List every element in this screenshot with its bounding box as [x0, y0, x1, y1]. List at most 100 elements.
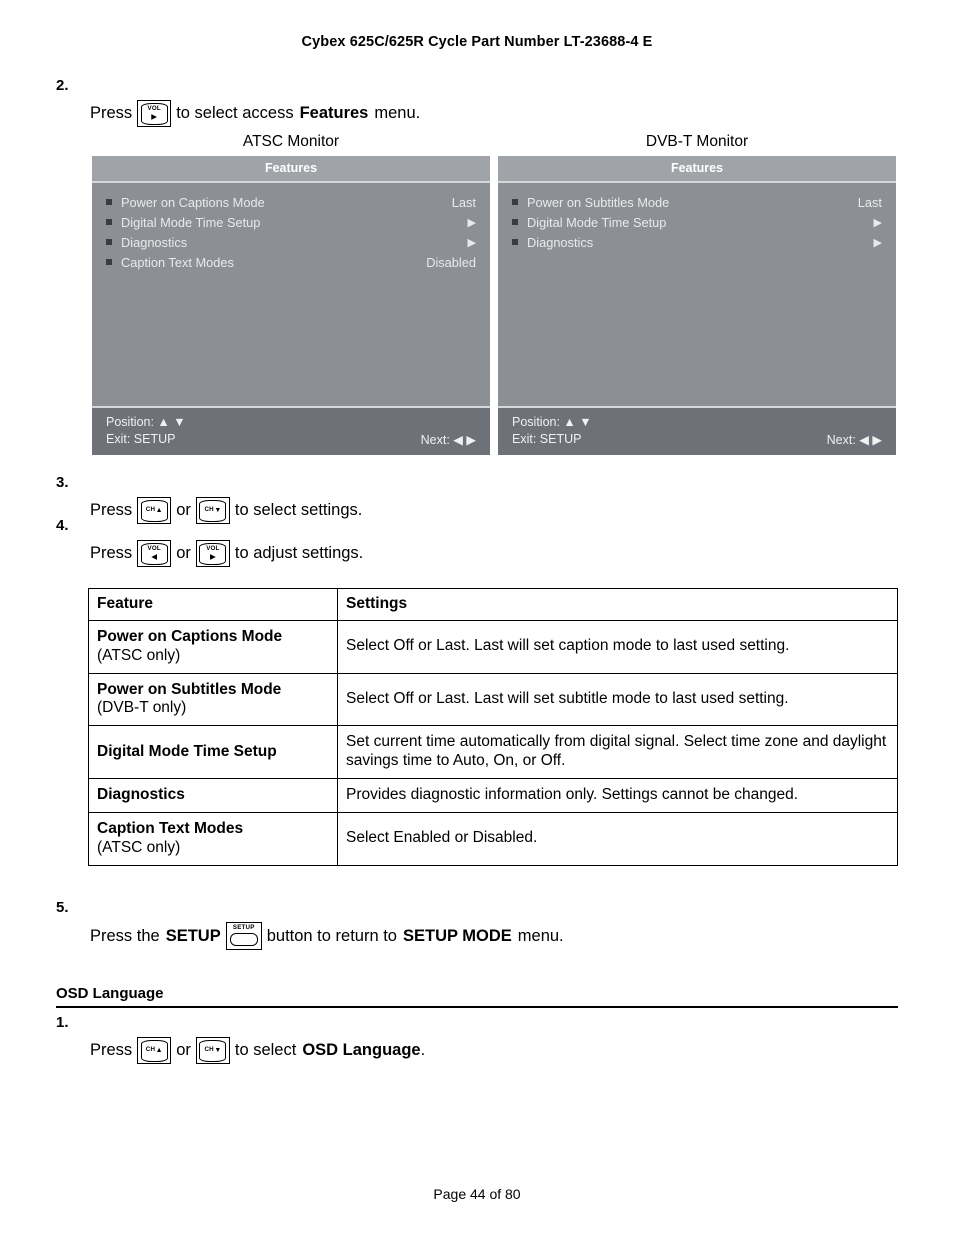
channel-down-key-icon[interactable]: CH ▼	[195, 1037, 230, 1064]
key-label: CH	[145, 506, 156, 514]
step-5-body: Press the SETUP SETUP button to return t…	[90, 922, 906, 950]
key-arrow-icon: ▲	[155, 507, 163, 514]
monitor-title-dvbt: DVB-T Monitor	[645, 133, 749, 150]
step-5-bold-term-1: SETUP	[165, 926, 221, 945]
osd-row-label: Digital Mode Time Setup	[121, 214, 261, 230]
feature-name: Power on Subtitles Mode	[97, 680, 282, 698]
osd-body-atsc: Power on Captions Mode Last Digital Mode…	[92, 183, 490, 406]
osd-step-1-text-before: Press	[90, 1041, 133, 1060]
table-cell-settings: Set current time automatically from digi…	[337, 725, 898, 779]
channel-up-key-icon[interactable]: CH ▲	[137, 1037, 172, 1064]
step-2-text-after-1: to select access	[176, 104, 294, 123]
table-cell-feature: Diagnostics	[88, 777, 338, 814]
osd-next-hint: Next: ◀ ▶	[420, 432, 476, 447]
key-label: CH	[204, 1046, 214, 1054]
osd-footer-atsc: Position: ▲ ▼ Exit: SETUP Next: ◀ ▶	[92, 406, 490, 455]
step-3-number: 3.	[56, 474, 69, 491]
key-label: CH	[145, 1046, 156, 1054]
vol-right-key-icon[interactable]: VOL ▶	[137, 100, 172, 127]
table-cell-feature: Caption Text Modes (ATSC only)	[88, 812, 338, 866]
osd-language-step-1: 1. Press CH ▲ or CH ▼ to select OSD Lang…	[56, 1015, 906, 1064]
osd-row[interactable]: Caption Text Modes Disabled	[106, 252, 476, 272]
key-arrow-icon: ▼	[214, 507, 222, 514]
key-pad	[229, 933, 258, 946]
osd-step-1-conjunction: or	[176, 1041, 191, 1060]
table-cell-feature: Digital Mode Time Setup	[88, 725, 338, 779]
submenu-arrow-icon: ▶	[873, 236, 882, 249]
document-header: Cybex 625C/625R Cycle Part Number LT-236…	[301, 34, 653, 50]
vol-left-key-icon[interactable]: VOL ◀	[137, 540, 172, 567]
submenu-arrow-icon: ▶	[467, 216, 476, 229]
section-heading-osd-language: OSD Language	[56, 985, 898, 1008]
osd-step-1-body: Press CH ▲ or CH ▼ to select OSD Languag…	[90, 1037, 906, 1064]
step-5-bold-term-2: SETUP MODE	[402, 926, 512, 945]
bullet-icon	[106, 259, 112, 265]
osd-row-label: Diagnostics	[121, 234, 188, 250]
osd-panel-dvbt: Features Power on Subtitles Mode Last Di…	[498, 156, 896, 455]
osd-step-1-number: 1.	[56, 1014, 69, 1031]
step-4-number: 4.	[56, 517, 69, 534]
step-2-number: 2.	[56, 77, 69, 94]
table-cell-settings: Select Off or Last. Last will set subtit…	[337, 672, 898, 727]
osd-row[interactable]: Digital Mode Time Setup ▶	[106, 212, 476, 232]
table-row: Power on Captions Mode (ATSC only) Selec…	[88, 620, 898, 674]
feature-name: Caption Text Modes	[97, 820, 244, 838]
step-2-body: Press VOL ▶ to select access Features me…	[90, 100, 906, 127]
feature-sub: (ATSC only)	[97, 838, 181, 856]
step-4-text-after: to adjust settings.	[234, 544, 364, 563]
osd-next-hint: Next: ◀ ▶	[826, 432, 882, 447]
table-cell-settings: Select Enabled or Disabled.	[337, 812, 898, 866]
step-2-text-before: Press	[90, 104, 133, 123]
step-2: 2. Press VOL ▶ to select access Features…	[56, 78, 906, 127]
table-row: Power on Subtitles Mode (DVB-T only) Sel…	[88, 672, 898, 727]
monitor-examples: ATSC Monitor DVB-T Monitor Features Powe…	[92, 133, 896, 455]
column-header-settings: Settings	[337, 587, 898, 622]
step-4-text-before: Press	[90, 544, 133, 563]
setup-key-icon[interactable]: SETUP	[225, 922, 262, 950]
step-4: 4. Press VOL ◀ or VOL ▶ to adjust settin…	[56, 518, 906, 567]
osd-exit-hint: Exit: SETUP	[106, 431, 176, 446]
monitor-panels: Features Power on Captions Mode Last Dig…	[92, 156, 896, 455]
osd-row-label: Digital Mode Time Setup	[527, 214, 667, 230]
osd-row[interactable]: Power on Captions Mode Last	[106, 192, 476, 212]
osd-row[interactable]: Digital Mode Time Setup ▶	[512, 212, 882, 232]
settings-table: Feature Settings Power on Captions Mode …	[88, 587, 898, 866]
table-row: Diagnostics Provides diagnostic informat…	[88, 777, 898, 814]
table-cell-feature: Power on Subtitles Mode (DVB-T only)	[88, 672, 338, 727]
osd-position-hint: Position: ▲ ▼	[512, 414, 592, 429]
bullet-icon	[106, 239, 112, 245]
bullet-icon	[512, 219, 518, 225]
osd-footer-dvbt: Position: ▲ ▼ Exit: SETUP Next: ◀ ▶	[498, 406, 896, 455]
page-number-footer: Page 44 of 80	[433, 1186, 521, 1202]
monitor-title-atsc: ATSC Monitor	[242, 133, 340, 150]
table-row: Caption Text Modes (ATSC only) Select En…	[88, 812, 898, 866]
osd-row-value: Last	[451, 194, 476, 210]
feature-name: Power on Captions Mode	[97, 628, 283, 646]
osd-row[interactable]: Diagnostics ▶	[512, 232, 882, 252]
table-cell-settings: Select Off or Last. Last will set captio…	[337, 620, 898, 674]
bullet-icon	[106, 199, 112, 205]
feature-name: Diagnostics	[97, 785, 185, 803]
step-5-text-after: menu.	[517, 926, 564, 945]
bullet-icon	[512, 239, 518, 245]
step-4-conjunction: or	[176, 544, 191, 563]
step-5-text-middle: button to return to	[266, 926, 397, 945]
osd-row-label: Power on Captions Mode	[121, 194, 265, 210]
step-5: 5. Press the SETUP SETUP button to retur…	[56, 900, 906, 950]
step-5-text-before: Press the	[90, 926, 160, 945]
osd-row-label: Diagnostics	[527, 234, 594, 250]
osd-row-value: Last	[857, 194, 882, 210]
step-3: 3. Press CH ▲ or CH ▼ to select settings…	[56, 475, 906, 524]
osd-row[interactable]: Power on Subtitles Mode Last	[512, 192, 882, 212]
osd-panel-atsc: Features Power on Captions Mode Last Dig…	[92, 156, 490, 455]
osd-step-1-text-after-2: .	[420, 1041, 426, 1060]
osd-exit-hint: Exit: SETUP	[512, 431, 582, 446]
step-4-body: Press VOL ◀ or VOL ▶ to adjust settings.	[90, 540, 906, 567]
step-2-bold-term: Features	[299, 104, 369, 123]
osd-menu-title-atsc: Features	[92, 156, 490, 183]
osd-row[interactable]: Diagnostics ▶	[106, 232, 476, 252]
table-cell-feature: Power on Captions Mode (ATSC only)	[88, 620, 338, 674]
table-header-row: Feature Settings	[88, 587, 898, 622]
vol-right-key-icon[interactable]: VOL ▶	[195, 540, 230, 567]
osd-row-label: Power on Subtitles Mode	[527, 194, 670, 210]
